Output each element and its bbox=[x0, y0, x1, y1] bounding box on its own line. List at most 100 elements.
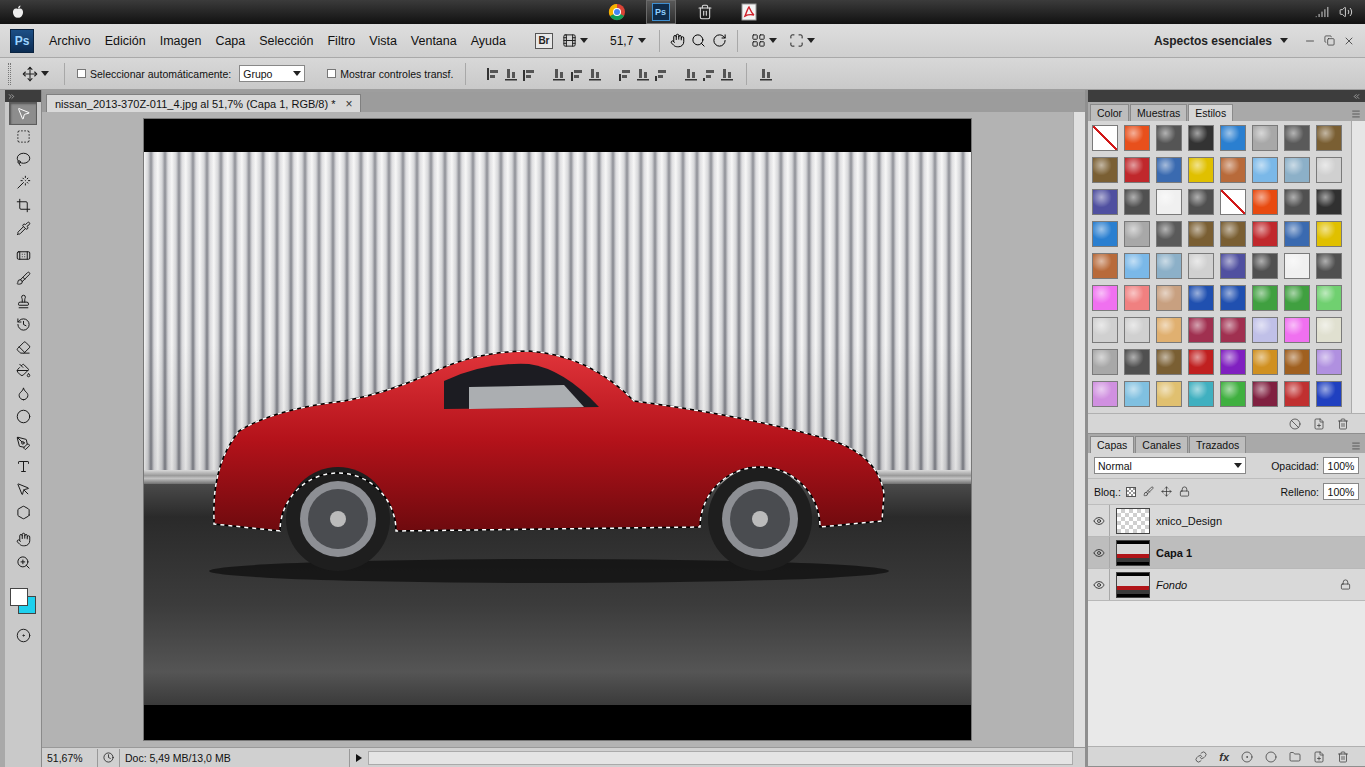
align-icon[interactable] bbox=[522, 67, 536, 81]
menu-item[interactable]: Edición bbox=[98, 31, 153, 51]
layer-row[interactable]: xnico_Design bbox=[1088, 505, 1365, 537]
signal-icon[interactable] bbox=[1315, 5, 1329, 19]
panel-tab[interactable]: Muestras bbox=[1130, 104, 1187, 121]
tool-button[interactable] bbox=[9, 359, 37, 382]
acrobat-icon[interactable] bbox=[741, 3, 757, 21]
checkbox[interactable] bbox=[77, 69, 86, 78]
apple-icon[interactable] bbox=[12, 5, 24, 19]
screen-mode-button[interactable] bbox=[786, 31, 818, 50]
taskbar-app[interactable] bbox=[690, 0, 720, 24]
style-swatch[interactable] bbox=[1156, 157, 1182, 183]
blend-mode-dropdown[interactable]: Normal bbox=[1094, 457, 1246, 474]
style-swatch[interactable] bbox=[1156, 189, 1182, 215]
align-icon[interactable] bbox=[570, 67, 584, 81]
auto-select-dropdown[interactable]: Grupo bbox=[239, 65, 305, 82]
lock-transparency-icon[interactable] bbox=[1126, 487, 1136, 497]
style-swatch[interactable] bbox=[1220, 253, 1246, 279]
style-swatch[interactable] bbox=[1188, 349, 1214, 375]
tool-button[interactable] bbox=[9, 313, 37, 336]
style-swatch[interactable] bbox=[1252, 317, 1278, 343]
vertical-scrollbar[interactable] bbox=[1073, 112, 1085, 747]
volume-icon[interactable] bbox=[1339, 5, 1353, 19]
tool-button[interactable] bbox=[9, 501, 37, 524]
style-swatch[interactable] bbox=[1316, 125, 1342, 151]
taskbar-app[interactable] bbox=[602, 0, 632, 24]
style-swatch[interactable] bbox=[1156, 125, 1182, 151]
style-swatch[interactable] bbox=[1284, 285, 1310, 311]
menu-item[interactable]: Selección bbox=[252, 31, 320, 51]
tool-button[interactable] bbox=[9, 290, 37, 313]
style-swatch[interactable] bbox=[1124, 349, 1150, 375]
style-swatch[interactable] bbox=[1124, 221, 1150, 247]
new-layer-icon[interactable] bbox=[1313, 751, 1325, 763]
style-swatch[interactable] bbox=[1252, 349, 1278, 375]
panel-menu-icon[interactable] bbox=[1351, 441, 1361, 451]
style-swatch[interactable] bbox=[1124, 125, 1150, 151]
transform-controls-checkbox[interactable]: Mostrar controles transf. bbox=[327, 68, 453, 80]
align-icon[interactable] bbox=[759, 67, 773, 81]
tool-button[interactable] bbox=[9, 217, 37, 240]
align-icon[interactable] bbox=[618, 67, 632, 81]
align-icon[interactable] bbox=[486, 67, 500, 81]
style-swatch[interactable] bbox=[1156, 381, 1182, 407]
style-swatch[interactable] bbox=[1316, 317, 1342, 343]
style-swatch[interactable] bbox=[1188, 189, 1214, 215]
panel-tab[interactable]: Estilos bbox=[1188, 104, 1233, 121]
style-swatch[interactable] bbox=[1092, 349, 1118, 375]
menu-item[interactable]: Ayuda bbox=[464, 31, 513, 51]
styles-scrollbar[interactable] bbox=[1351, 121, 1365, 413]
style-swatch[interactable] bbox=[1284, 157, 1310, 183]
mini-bridge-button[interactable] bbox=[559, 31, 591, 50]
style-swatch[interactable] bbox=[1188, 317, 1214, 343]
menu-item[interactable]: Filtro bbox=[320, 31, 362, 51]
style-swatch[interactable] bbox=[1092, 189, 1118, 215]
style-swatch[interactable] bbox=[1252, 253, 1278, 279]
quick-mask-button[interactable] bbox=[16, 628, 31, 647]
rotate-view-icon[interactable] bbox=[712, 33, 727, 48]
style-swatch[interactable] bbox=[1124, 381, 1150, 407]
layer-row[interactable]: Capa 1 bbox=[1088, 537, 1365, 569]
adjustment-layer-icon[interactable] bbox=[1265, 751, 1277, 763]
style-swatch[interactable] bbox=[1092, 381, 1118, 407]
menu-item[interactable]: Capa bbox=[208, 31, 252, 51]
minimize-icon[interactable] bbox=[1304, 35, 1316, 47]
style-swatch[interactable] bbox=[1252, 381, 1278, 407]
panel-tab[interactable]: Trazados bbox=[1189, 436, 1246, 453]
tool-preset-picker[interactable] bbox=[19, 64, 52, 84]
expand-icon[interactable] bbox=[7, 92, 16, 101]
align-icon[interactable] bbox=[654, 67, 668, 81]
zoom-icon[interactable] bbox=[691, 33, 706, 48]
style-swatch[interactable] bbox=[1156, 317, 1182, 343]
style-swatch[interactable] bbox=[1220, 285, 1246, 311]
style-swatch[interactable] bbox=[1316, 349, 1342, 375]
style-swatch[interactable] bbox=[1156, 253, 1182, 279]
tool-button[interactable] bbox=[9, 528, 37, 551]
tool-button[interactable] bbox=[9, 267, 37, 290]
style-swatch[interactable] bbox=[1188, 157, 1214, 183]
style-swatch[interactable] bbox=[1092, 125, 1118, 151]
tool-button[interactable] bbox=[9, 244, 37, 267]
photoshop-app-icon[interactable]: Ps bbox=[652, 3, 670, 21]
style-swatch[interactable] bbox=[1284, 221, 1310, 247]
tool-button[interactable] bbox=[9, 148, 37, 171]
style-swatch[interactable] bbox=[1252, 125, 1278, 151]
style-swatch[interactable] bbox=[1124, 189, 1150, 215]
visibility-toggle[interactable] bbox=[1088, 505, 1110, 536]
tool-button[interactable] bbox=[9, 478, 37, 501]
close-icon[interactable] bbox=[1343, 35, 1355, 47]
align-icon[interactable] bbox=[588, 67, 602, 81]
style-swatch[interactable] bbox=[1220, 381, 1246, 407]
align-icon[interactable] bbox=[720, 67, 734, 81]
status-menu-icon[interactable] bbox=[356, 754, 362, 762]
trash-icon[interactable] bbox=[697, 4, 713, 20]
menu-item[interactable]: Vista bbox=[362, 31, 404, 51]
style-swatch[interactable] bbox=[1092, 157, 1118, 183]
style-swatch[interactable] bbox=[1188, 125, 1214, 151]
lock-pixels-icon[interactable] bbox=[1143, 486, 1154, 497]
layer-mask-icon[interactable] bbox=[1241, 751, 1253, 763]
arrange-documents-button[interactable] bbox=[748, 31, 780, 50]
clear-style-icon[interactable] bbox=[1289, 418, 1301, 430]
tool-button[interactable] bbox=[9, 455, 37, 478]
delete-layer-icon[interactable] bbox=[1337, 751, 1349, 763]
style-swatch[interactable] bbox=[1316, 189, 1342, 215]
